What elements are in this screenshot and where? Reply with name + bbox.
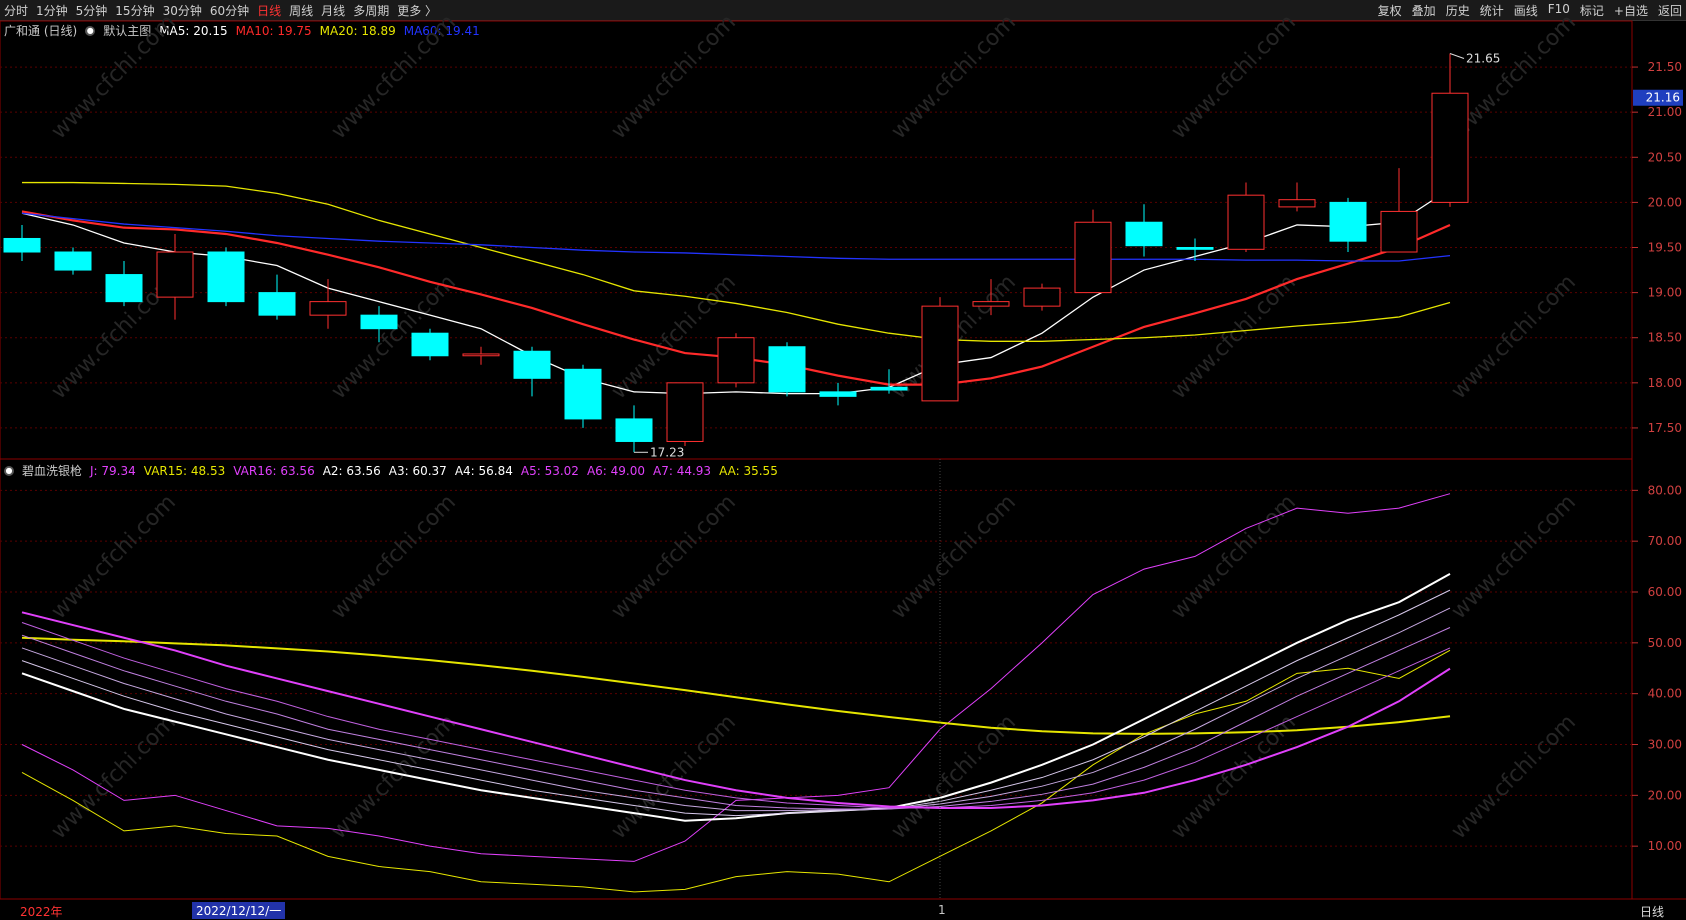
candle-body-2: [105, 274, 143, 303]
candle-body-15: [768, 346, 806, 393]
main-tick-label-1: 18.00: [1648, 376, 1682, 390]
main-tick-label-0: 17.50: [1648, 421, 1682, 435]
watermark-0: www.cfchi.com: [47, 10, 181, 144]
main-tick-label-3: 19.00: [1648, 286, 1682, 300]
candle-body-22: [1125, 221, 1163, 247]
candle-body-17: [870, 386, 908, 391]
main-tick-label-4: 19.50: [1648, 241, 1682, 255]
candle-body-21: [1074, 221, 1112, 294]
main-tick-label-7: 21.00: [1648, 105, 1682, 119]
watermark-16: www.cfchi.com: [1167, 490, 1301, 624]
cursor-date-label: 2022/12/12/一: [192, 902, 286, 919]
sub-tick-label-7: 80.00: [1648, 483, 1682, 497]
sub-tick-label-6: 70.00: [1648, 534, 1682, 548]
candle-body-1: [54, 251, 92, 271]
main-tick-label-2: 18.50: [1648, 331, 1682, 345]
candle-body-16: [819, 391, 857, 397]
candle-body-8: [411, 332, 449, 357]
candle-body-24: [1227, 194, 1265, 250]
candle-body-7: [360, 314, 398, 330]
indicator-line-aa: [21, 636, 1451, 735]
candle-body-20: [1023, 287, 1061, 307]
main-tick-label-6: 20.50: [1648, 150, 1682, 164]
candle-body-9: [462, 353, 500, 357]
sub-tick-label-5: 60.00: [1648, 585, 1682, 599]
candle-body-25: [1278, 199, 1316, 208]
candle-body-18: [921, 305, 959, 402]
year-label: 2022年: [20, 905, 63, 919]
candle-body-27: [1380, 210, 1418, 253]
sub-tick-label-2: 30.00: [1648, 738, 1682, 752]
period-tab[interactable]: 日线: [1640, 903, 1664, 920]
candle-body-10: [513, 350, 551, 379]
candle-body-0: [3, 237, 41, 253]
candle-body-14: [717, 337, 755, 384]
low-label: 17.23: [650, 445, 684, 459]
watermark-23: www.cfchi.com: [1447, 710, 1581, 844]
candle-body-19: [972, 301, 1010, 307]
candle-body-13: [666, 382, 704, 442]
watermark-18: www.cfchi.com: [47, 710, 181, 844]
watermark-19: www.cfchi.com: [327, 710, 461, 844]
current-price-label: 21.16: [1646, 91, 1680, 105]
sub-panel-frame: [0, 458, 1633, 900]
watermark-1: www.cfchi.com: [327, 10, 461, 144]
watermark-13: www.cfchi.com: [327, 490, 461, 624]
watermark-15: www.cfchi.com: [887, 490, 1021, 624]
candle-body-26: [1329, 201, 1367, 242]
month-mark-label: 1: [938, 903, 946, 917]
candle-body-11: [564, 368, 602, 420]
candle-body-5: [258, 292, 296, 316]
watermark-21: www.cfchi.com: [887, 710, 1021, 844]
high-label: 21.65: [1466, 52, 1500, 66]
candle-body-3: [156, 251, 194, 298]
sub-tick-label-4: 50.00: [1648, 636, 1682, 650]
watermark-12: www.cfchi.com: [47, 490, 181, 624]
watermark-14: www.cfchi.com: [607, 490, 741, 624]
candle-body-12: [615, 418, 653, 442]
watermark-11: www.cfchi.com: [1447, 270, 1581, 404]
watermark-2: www.cfchi.com: [607, 10, 741, 144]
candle-body-23: [1176, 247, 1214, 250]
watermark-10: www.cfchi.com: [1167, 270, 1301, 404]
candle-body-28: [1431, 92, 1469, 203]
sub-tick-label-1: 20.00: [1648, 788, 1682, 802]
watermark-4: www.cfchi.com: [1167, 10, 1301, 144]
watermark-17: www.cfchi.com: [1447, 490, 1581, 624]
watermark-3: www.cfchi.com: [887, 10, 1021, 144]
high-pointer: [1449, 53, 1465, 60]
sub-tick-label-3: 40.00: [1648, 687, 1682, 701]
candle-body-6: [309, 301, 347, 316]
candle-body-4: [207, 251, 245, 303]
sub-tick-label-0: 10.00: [1648, 839, 1682, 853]
main-tick-label-8: 21.50: [1648, 60, 1682, 74]
main-tick-label-5: 20.00: [1648, 195, 1682, 209]
chart-canvas[interactable]: 17.50 18.00 18.50 19.00 19.50 20.00 20.50 21.00…: [0, 0, 1686, 919]
